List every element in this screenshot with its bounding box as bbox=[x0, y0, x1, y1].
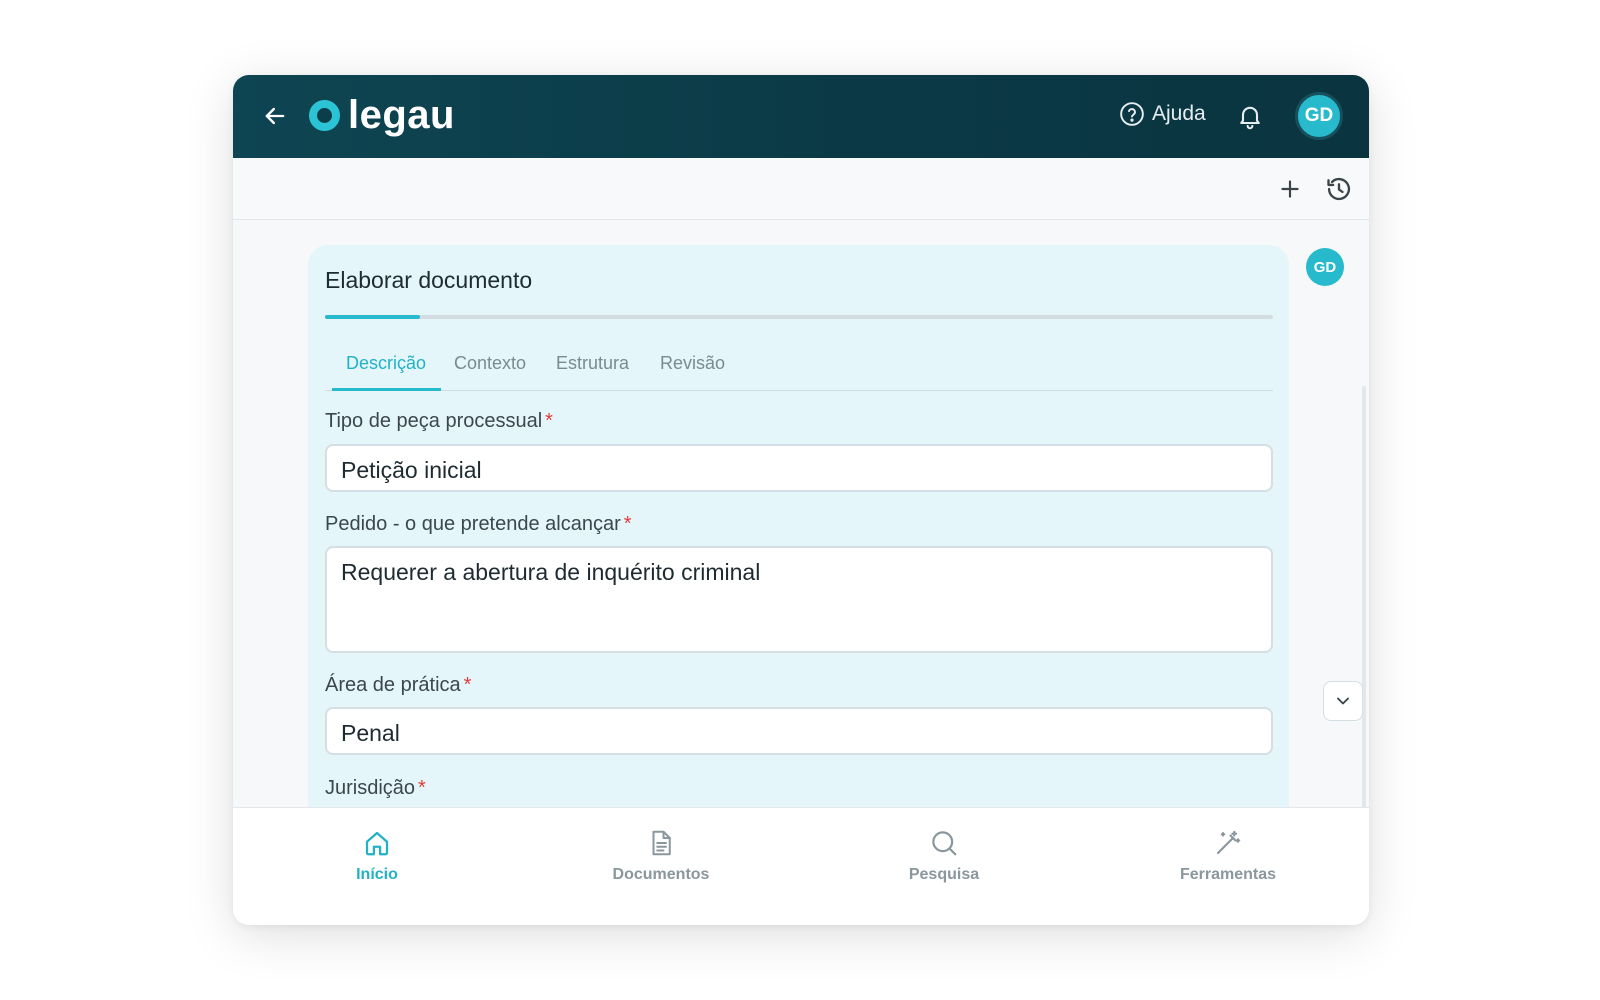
field-label-text: Pedido - o que pretende alcançar bbox=[325, 513, 621, 535]
toolbar bbox=[233, 158, 1369, 220]
app-window: legau Ajuda GD Elaborar documento Descri… bbox=[233, 75, 1369, 925]
help-icon bbox=[1120, 102, 1144, 126]
plus-icon[interactable] bbox=[1277, 176, 1303, 202]
bell-icon[interactable] bbox=[1236, 101, 1264, 131]
document-icon bbox=[652, 830, 671, 856]
logo[interactable]: legau bbox=[309, 93, 455, 137]
search-icon bbox=[932, 831, 957, 856]
field-label-tipo: Tipo de peça processual * bbox=[325, 410, 553, 433]
scroll-down-button[interactable] bbox=[1323, 681, 1363, 721]
home-icon bbox=[365, 831, 389, 856]
help-label: Ajuda bbox=[1152, 102, 1206, 125]
document-form-card: Elaborar documento Descrição Contexto Es… bbox=[308, 245, 1289, 807]
required-mark: * bbox=[623, 513, 632, 535]
nav-inicio[interactable]: Início bbox=[307, 828, 447, 884]
tipo-peca-input[interactable]: Petição inicial bbox=[325, 444, 1273, 492]
progress-bar bbox=[325, 315, 1273, 319]
nav-label: Pesquisa bbox=[908, 866, 980, 883]
user-avatar[interactable]: GD bbox=[1295, 92, 1343, 140]
required-mark: * bbox=[463, 674, 472, 696]
progress-fill bbox=[325, 315, 420, 319]
area-pratica-input[interactable]: Penal bbox=[325, 707, 1273, 755]
field-label-jurisdicao: Jurisdição * bbox=[325, 777, 426, 800]
nav-ferramentas[interactable]: Ferramentas bbox=[1158, 828, 1298, 884]
chevron-down-icon bbox=[1337, 697, 1349, 705]
nav-label: Início bbox=[356, 866, 398, 883]
message-avatar: GD bbox=[1306, 248, 1344, 286]
tab-estrutura[interactable]: Estrutura bbox=[556, 353, 629, 374]
app-header: legau Ajuda GD bbox=[233, 75, 1369, 158]
nav-documentos[interactable]: Documentos bbox=[591, 828, 731, 884]
required-mark: * bbox=[418, 777, 426, 799]
nav-label: Ferramentas bbox=[1179, 866, 1277, 883]
tab-revisao[interactable]: Revisão bbox=[660, 353, 725, 374]
field-label-text: Tipo de peça processual bbox=[325, 410, 543, 432]
scrollbar[interactable] bbox=[1362, 386, 1366, 807]
active-tab-indicator bbox=[332, 388, 441, 391]
magic-wand-icon bbox=[1216, 830, 1241, 855]
nav-pesquisa[interactable]: Pesquisa bbox=[874, 828, 1014, 884]
bottom-nav: Início Documentos Pesquisa Ferramentas bbox=[233, 807, 1369, 925]
field-label-text: Área de prática bbox=[325, 674, 461, 696]
logo-mark bbox=[309, 99, 340, 131]
history-icon[interactable] bbox=[1325, 175, 1353, 203]
card-title: Elaborar documento bbox=[325, 267, 533, 293]
field-label-text: Jurisdição bbox=[325, 777, 416, 799]
field-label-area: Área de prática * bbox=[325, 674, 471, 697]
help-button[interactable]: Ajuda bbox=[1119, 101, 1206, 127]
back-arrow-icon[interactable] bbox=[261, 102, 289, 130]
field-label-pedido: Pedido - o que pretende alcançar * bbox=[325, 513, 632, 536]
tab-descricao[interactable]: Descrição bbox=[346, 353, 426, 374]
chat-content: Elaborar documento Descrição Contexto Es… bbox=[233, 221, 1369, 807]
logo-text: legau bbox=[348, 93, 455, 137]
pedido-textarea[interactable]: Requerer a abertura de inquérito crimina… bbox=[325, 546, 1273, 653]
required-mark: * bbox=[545, 410, 553, 432]
nav-label: Documentos bbox=[612, 866, 710, 883]
step-tabs: Descrição Contexto Estrutura Revisão bbox=[325, 341, 1273, 391]
tab-contexto[interactable]: Contexto bbox=[454, 353, 526, 374]
